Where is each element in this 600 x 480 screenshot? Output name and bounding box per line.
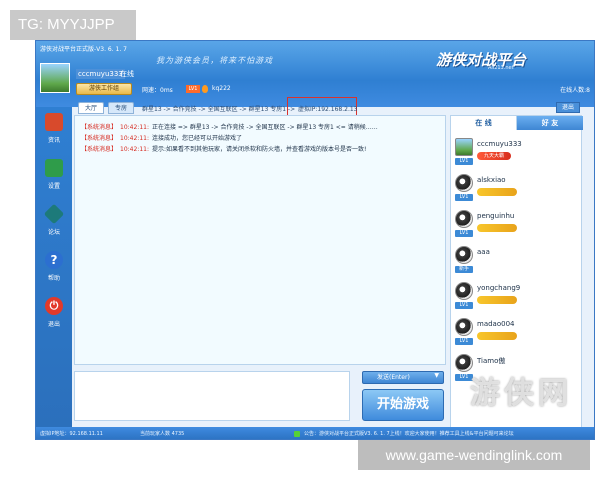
user-name: madao004	[477, 320, 515, 328]
vip-badge	[477, 296, 517, 304]
send-button[interactable]: 发送(Enter) ▼	[362, 371, 444, 384]
user-name: penguinhu	[477, 212, 515, 220]
user-name: Tiamo傲	[477, 357, 506, 365]
tab-room[interactable]: 专房	[108, 102, 134, 114]
level-badge: LV1	[186, 85, 200, 93]
window-title: 游侠对战平台正式版-V3. 6. 1. 7	[40, 46, 127, 53]
message-text: 正在连接 => 群星13 -> 合作竞技 -> 全国互联区 -> 群星13 专房…	[151, 124, 378, 131]
online-status[interactable]: 在线	[120, 69, 134, 79]
level-badge: LV1	[455, 194, 473, 201]
fire-icon	[202, 85, 208, 93]
news-icon	[45, 113, 63, 131]
user-row[interactable]: cccmuyu333 九天大霸 LV1	[455, 138, 575, 168]
status-bar: 虚拟IP地址：92.168.11.11 当前玩家人数 4735 公告：游侠对战平…	[36, 427, 594, 439]
user-list-tabs: 在 线 好 友	[451, 116, 583, 130]
slogan: 我为游侠会员，将来不怕游戏	[156, 56, 273, 65]
workshop-button[interactable]: 游侠工作组	[76, 83, 132, 95]
username: cccmuyu333	[76, 69, 125, 79]
sidebar-item-exit[interactable]: ⏻ 退出	[40, 297, 68, 333]
sidebar-item-forum[interactable]: 论坛	[40, 203, 68, 241]
online-count: 在线人数:8	[560, 87, 590, 94]
status-player-count: 当前玩家人数 4735	[140, 431, 185, 437]
title-badge: 九天大霸	[477, 152, 511, 160]
user-name: aaa	[477, 248, 490, 256]
room-name: kq222	[212, 85, 231, 92]
message-time: 10:42:11:	[120, 146, 149, 153]
avatar	[455, 282, 473, 300]
chat-line: 【系统消息】 10:42:11: 提示:如果看不到其他玩家，请关闭杀软和防火墙，并查…	[81, 144, 366, 153]
chevron-down-icon[interactable]: ▼	[434, 372, 439, 379]
message-time: 10:42:11:	[120, 124, 149, 131]
start-game-button[interactable]: 开始游戏	[362, 389, 444, 421]
help-icon: ?	[45, 251, 63, 269]
announcement-icon	[294, 431, 300, 437]
user-name: cccmuyu333	[477, 140, 522, 148]
sidebar-item-label: 退出	[47, 321, 60, 328]
forum-icon	[43, 203, 65, 225]
system-tag: 【系统消息】	[81, 135, 118, 142]
exit-room-button[interactable]: 退出	[556, 102, 580, 113]
room-tabs-bar: 大厅 专房 群星13 -> 合作竞技 -> 全国互联区 -> 群星13 专房1 …	[74, 101, 484, 115]
system-tag: 【系统消息】	[81, 146, 118, 153]
avatar	[455, 210, 473, 228]
avatar	[455, 318, 473, 336]
user-row[interactable]: aaa 新手	[455, 246, 575, 276]
avatar	[455, 246, 473, 264]
status-announcement[interactable]: 公告：游侠对战平台正式版V3. 6. 1. 7上线！欢迎大家使用！推荐工具上线&…	[304, 430, 514, 437]
send-label: 发送(Enter)	[377, 374, 410, 381]
tab-online[interactable]: 在 线	[451, 116, 517, 130]
level-badge: LV1	[455, 230, 473, 237]
avatar	[455, 174, 473, 192]
brand-subtitle: Ali213.net	[488, 65, 514, 71]
user-row[interactable]: alskxiao LV1	[455, 174, 575, 204]
tab-hall[interactable]: 大厅	[78, 102, 104, 114]
settings-icon	[45, 159, 63, 177]
sidebar-item-help[interactable]: ? 帮助	[40, 251, 68, 287]
chat-input[interactable]	[74, 371, 350, 421]
vip-badge	[477, 332, 517, 340]
watermark-url: www.game-wendinglink.com	[358, 440, 590, 470]
user-name: alskxiao	[477, 176, 506, 184]
room-route-breadcrumb: 群星13 -> 合作竞技 -> 全国互联区 -> 群星13 专房1 ->	[142, 106, 296, 113]
tag-overlay: TG: MYYJJPP	[10, 10, 136, 40]
message-text: 连接成功，您已经可以开始游戏了	[151, 135, 242, 142]
system-tag: 【系统消息】	[81, 124, 118, 131]
sidebar-item-settings[interactable]: 设置	[40, 159, 68, 195]
avatar	[455, 138, 473, 156]
level-badge: LV1	[455, 338, 473, 345]
tab-friends[interactable]: 好 友	[517, 116, 583, 130]
level-badge: 新手	[455, 266, 473, 273]
sidebar-item-label: 论坛	[47, 229, 60, 236]
virtual-ip: 虚拟IP:192.168.2.13	[298, 106, 358, 113]
message-time: 10:42:11:	[120, 135, 149, 142]
sidebar-item-label: 资讯	[47, 137, 60, 144]
latency-label: 网速：0ms	[142, 87, 173, 94]
user-avatar[interactable]	[40, 63, 70, 93]
user-name: yongchang9	[477, 284, 521, 292]
sidebar-item-label: 设置	[47, 183, 60, 190]
message-text: 提示:如果看不到其他玩家，请关闭杀软和防火墙，并查看游戏的版本号是否一致!	[151, 146, 367, 153]
vip-badge	[477, 224, 517, 232]
user-row[interactable]: yongchang9 LV1	[455, 282, 575, 312]
sidebar-item-label: 帮助	[47, 275, 60, 282]
chat-line: 【系统消息】 10:42:11: 正在连接 => 群星13 -> 合作竞技 -> 全…	[81, 122, 378, 131]
sidebar: 资讯 设置 论坛 ? 帮助 ⏻ 退出	[36, 107, 72, 439]
status-virtual-ip: 虚拟IP地址：92.168.11.11	[40, 431, 103, 437]
sidebar-item-news[interactable]: 资讯	[40, 113, 68, 149]
user-row[interactable]: penguinhu LV1	[455, 210, 575, 240]
watermark-logo: 游侠网	[470, 376, 572, 411]
power-icon: ⏻	[45, 297, 63, 315]
vip-badge	[477, 188, 517, 196]
chat-line: 【系统消息】 10:42:11: 连接成功，您已经可以开始游戏了	[81, 133, 242, 142]
level-badge: LV1	[455, 302, 473, 309]
chat-log[interactable]: 【系统消息】 10:42:11: 正在连接 => 群星13 -> 合作竞技 -> 全…	[74, 115, 446, 365]
level-badge: LV1	[455, 158, 473, 165]
user-row[interactable]: madao004 LV1	[455, 318, 575, 348]
